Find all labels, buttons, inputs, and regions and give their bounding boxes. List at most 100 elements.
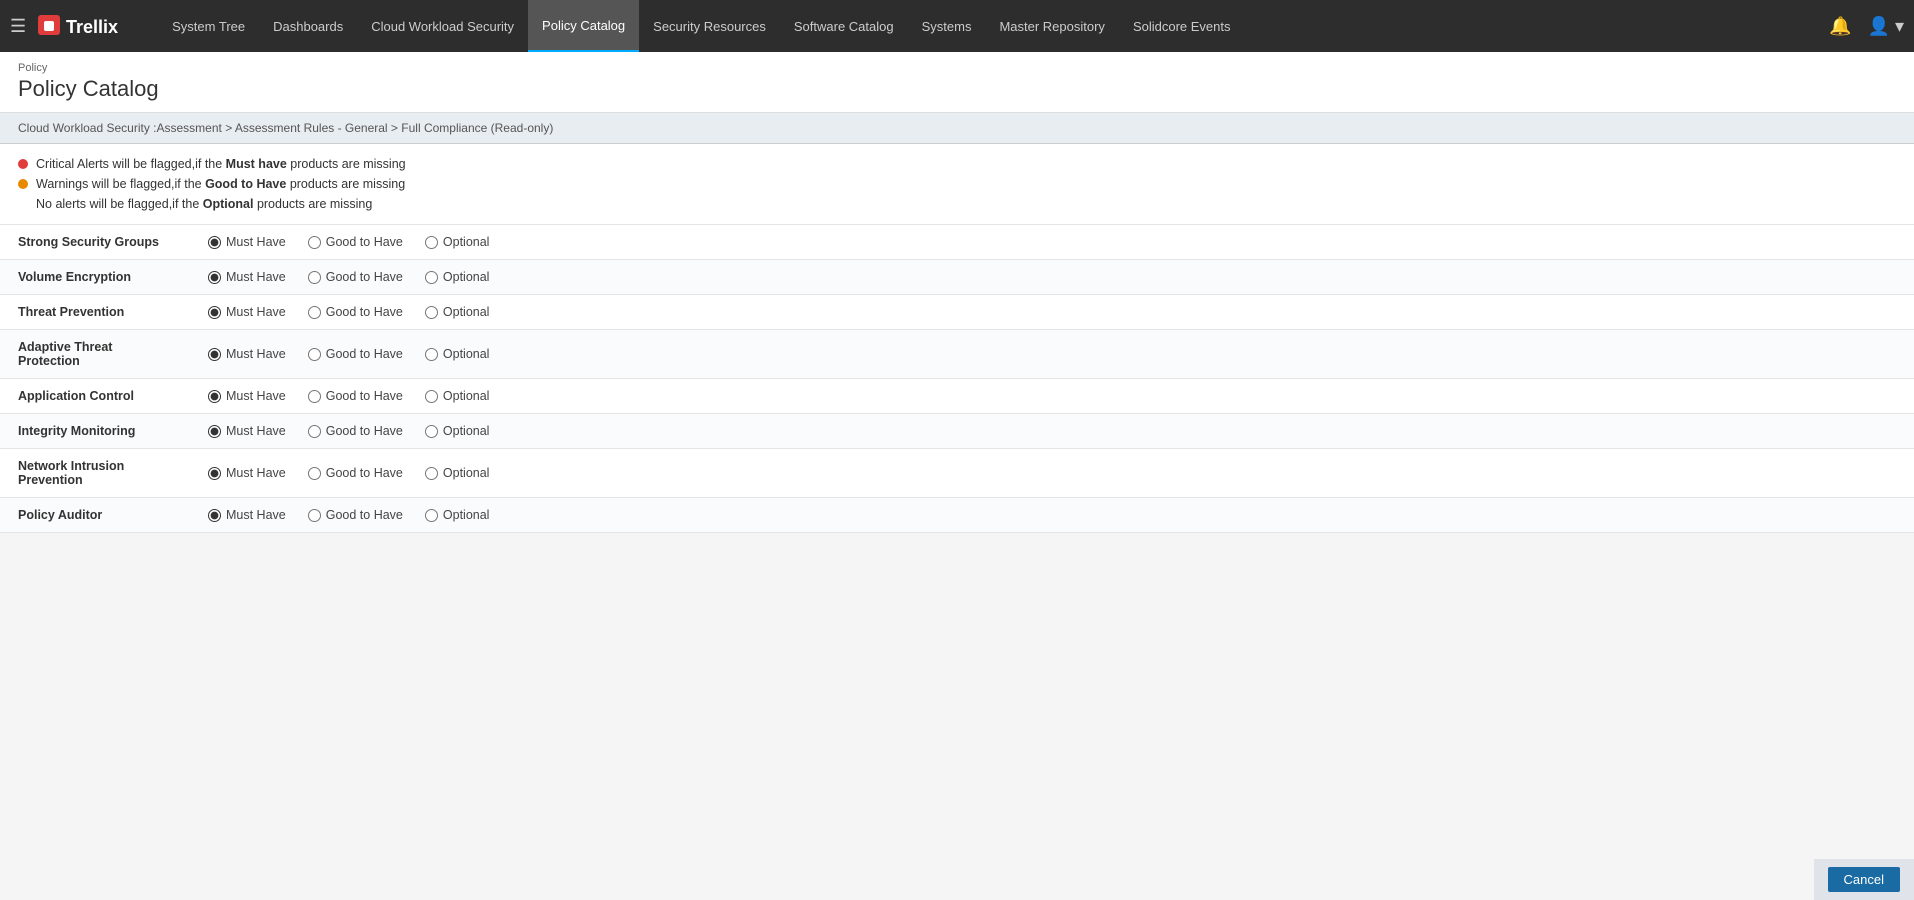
nav-master-repository[interactable]: Master Repository	[985, 0, 1118, 52]
radio-label-optional: Optional	[443, 424, 490, 438]
nav-system-tree[interactable]: System Tree	[158, 0, 259, 52]
radio-option-must[interactable]: Must Have	[208, 347, 286, 361]
nav-policy-catalog[interactable]: Policy Catalog	[528, 0, 639, 52]
policy-name-cell: Adaptive Threat Protection	[0, 330, 190, 379]
user-menu-icon[interactable]: 👤 ▾	[1868, 16, 1904, 37]
radio-label-good: Good to Have	[326, 424, 403, 438]
radio-option-must[interactable]: Must Have	[208, 424, 286, 438]
radio-input-good[interactable]	[308, 425, 321, 438]
radio-input-optional[interactable]	[425, 348, 438, 361]
page-header: Policy Policy Catalog	[0, 52, 1914, 113]
nav-dashboards[interactable]: Dashboards	[259, 0, 357, 52]
radio-option-optional[interactable]: Optional	[425, 424, 490, 438]
radio-option-good[interactable]: Good to Have	[308, 305, 403, 319]
radio-label-optional: Optional	[443, 270, 490, 284]
cancel-button[interactable]: Cancel	[1828, 867, 1900, 892]
table-row: Volume EncryptionMust HaveGood to HaveOp…	[0, 260, 1914, 295]
radio-option-optional[interactable]: Optional	[425, 389, 490, 403]
radio-group: Must Have Good to Have Optional	[208, 389, 1896, 403]
radio-label-must: Must Have	[226, 235, 286, 249]
policy-radio-cell: Must Have Good to Have Optional	[190, 225, 1914, 260]
radio-option-must[interactable]: Must Have	[208, 389, 286, 403]
policy-radio-cell: Must Have Good to Have Optional	[190, 260, 1914, 295]
radio-option-good[interactable]: Good to Have	[308, 235, 403, 249]
table-row: Threat PreventionMust HaveGood to HaveOp…	[0, 295, 1914, 330]
radio-label-must: Must Have	[226, 508, 286, 522]
radio-input-good[interactable]	[308, 348, 321, 361]
nav-software-catalog[interactable]: Software Catalog	[780, 0, 908, 52]
radio-input-good[interactable]	[308, 390, 321, 403]
policy-name-cell: Policy Auditor	[0, 498, 190, 533]
nav-systems[interactable]: Systems	[908, 0, 986, 52]
footer-bar: Cancel	[1814, 859, 1914, 900]
policy-radio-cell: Must Have Good to Have Optional	[190, 414, 1914, 449]
radio-input-must[interactable]	[208, 271, 221, 284]
radio-input-good[interactable]	[308, 236, 321, 249]
hamburger-menu-icon[interactable]: ☰	[10, 16, 26, 37]
page-header-sub: Policy	[18, 62, 1896, 74]
policy-radio-cell: Must Have Good to Have Optional	[190, 498, 1914, 533]
radio-input-good[interactable]	[308, 467, 321, 480]
radio-label-good: Good to Have	[326, 508, 403, 522]
radio-option-optional[interactable]: Optional	[425, 270, 490, 284]
radio-option-optional[interactable]: Optional	[425, 305, 490, 319]
policy-radio-cell: Must Have Good to Have Optional	[190, 295, 1914, 330]
radio-input-optional[interactable]	[425, 509, 438, 522]
radio-label-must: Must Have	[226, 389, 286, 403]
nav-solidcore-events[interactable]: Solidcore Events	[1119, 0, 1245, 52]
notice-warning: Warnings will be flagged,if the Good to …	[18, 174, 1896, 194]
radio-label-optional: Optional	[443, 347, 490, 361]
radio-input-optional[interactable]	[425, 390, 438, 403]
radio-input-optional[interactable]	[425, 236, 438, 249]
notice-warning-text: Warnings will be flagged,if the Good to …	[36, 174, 405, 194]
radio-input-must[interactable]	[208, 306, 221, 319]
radio-option-good[interactable]: Good to Have	[308, 389, 403, 403]
radio-input-must[interactable]	[208, 390, 221, 403]
radio-input-must[interactable]	[208, 509, 221, 522]
radio-label-optional: Optional	[443, 235, 490, 249]
radio-option-must[interactable]: Must Have	[208, 235, 286, 249]
radio-option-optional[interactable]: Optional	[425, 466, 490, 480]
radio-option-optional[interactable]: Optional	[425, 235, 490, 249]
radio-option-must[interactable]: Must Have	[208, 270, 286, 284]
radio-option-must[interactable]: Must Have	[208, 466, 286, 480]
none-dot-icon	[18, 199, 28, 209]
notice-critical-text: Critical Alerts will be flagged,if the M…	[36, 154, 406, 174]
radio-option-good[interactable]: Good to Have	[308, 424, 403, 438]
radio-input-good[interactable]	[308, 306, 321, 319]
radio-option-good[interactable]: Good to Have	[308, 347, 403, 361]
table-row: Network Intrusion PreventionMust HaveGoo…	[0, 449, 1914, 498]
radio-input-must[interactable]	[208, 467, 221, 480]
radio-option-good[interactable]: Good to Have	[308, 508, 403, 522]
radio-input-good[interactable]	[308, 271, 321, 284]
radio-label-optional: Optional	[443, 305, 490, 319]
nav-security-resources[interactable]: Security Resources	[639, 0, 780, 52]
page-title: Policy Catalog	[18, 76, 1896, 102]
notice-none: No alerts will be flagged,if the Optiona…	[18, 194, 1896, 214]
radio-label-good: Good to Have	[326, 270, 403, 284]
radio-option-good[interactable]: Good to Have	[308, 270, 403, 284]
nav-cloud-workload-security[interactable]: Cloud Workload Security	[357, 0, 528, 52]
nav-links: System Tree Dashboards Cloud Workload Se…	[158, 0, 1829, 52]
radio-option-good[interactable]: Good to Have	[308, 466, 403, 480]
table-row: Policy Auditor Must Have Good to Have Optio…	[0, 498, 1914, 533]
radio-option-must[interactable]: Must Have	[208, 508, 286, 522]
radio-input-optional[interactable]	[425, 467, 438, 480]
radio-input-must[interactable]	[208, 236, 221, 249]
radio-label-good: Good to Have	[326, 347, 403, 361]
radio-input-must[interactable]	[208, 425, 221, 438]
radio-input-optional[interactable]	[425, 306, 438, 319]
radio-label-must: Must Have	[226, 347, 286, 361]
app-logo: Trellix	[38, 11, 138, 42]
radio-option-must[interactable]: Must Have	[208, 305, 286, 319]
table-row: Application ControlMust HaveGood to Have…	[0, 379, 1914, 414]
radio-input-optional[interactable]	[425, 271, 438, 284]
radio-option-optional[interactable]: Optional	[425, 508, 490, 522]
radio-input-must[interactable]	[208, 348, 221, 361]
radio-group: Must Have Good to Have Optional	[208, 235, 1896, 249]
radio-option-optional[interactable]: Optional	[425, 347, 490, 361]
radio-label-optional: Optional	[443, 389, 490, 403]
radio-input-good[interactable]	[308, 509, 321, 522]
radio-input-optional[interactable]	[425, 425, 438, 438]
notification-icon[interactable]: 🔔	[1829, 16, 1851, 37]
